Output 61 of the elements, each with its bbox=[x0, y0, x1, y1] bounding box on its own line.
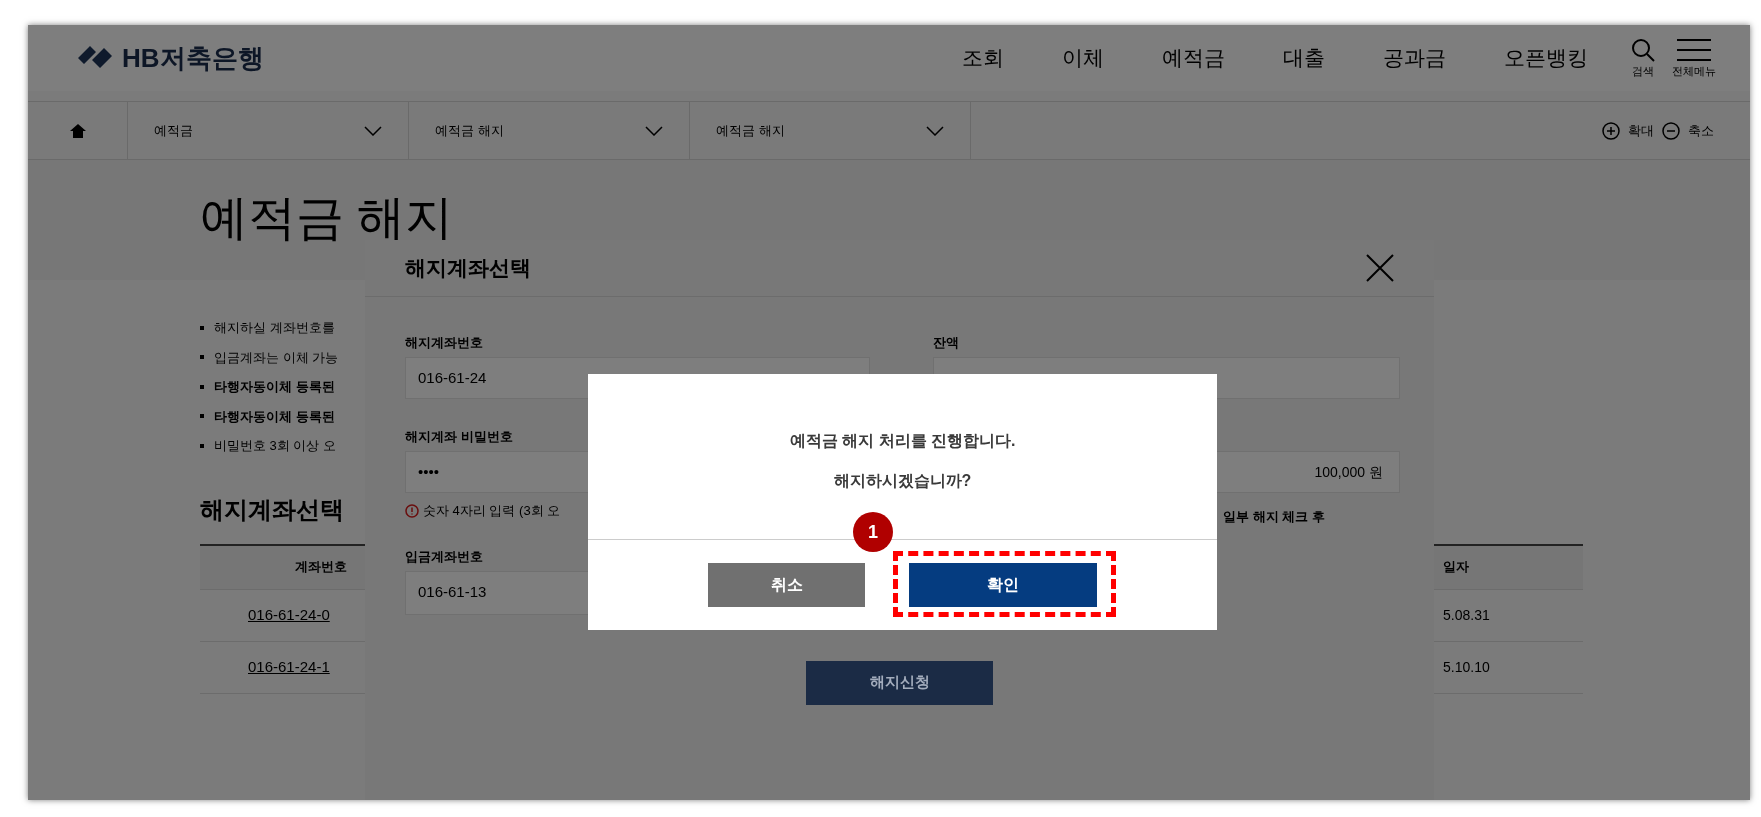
bullet-icon bbox=[200, 325, 204, 330]
note-text: 비밀번호 3회 이상 오 bbox=[214, 437, 337, 455]
breadcrumb-select[interactable]: 예적금 bbox=[128, 102, 409, 159]
note-text: 해지하실 계좌번호를 bbox=[214, 319, 335, 337]
breadcrumb-select[interactable]: 예적금 해지 bbox=[690, 102, 971, 159]
bank-logo-text[interactable]: HB저축은행 bbox=[122, 38, 264, 78]
bullet-icon bbox=[200, 414, 204, 419]
chevron-down-icon bbox=[926, 125, 944, 136]
note-text: 타행자동이체 등록된 bbox=[214, 407, 335, 426]
cancel-button[interactable]: 취소 bbox=[708, 563, 865, 607]
confirm-button[interactable]: 확인 bbox=[909, 563, 1097, 607]
bullet-icon bbox=[200, 355, 204, 360]
breadcrumb-label: 예적금 해지 bbox=[435, 121, 504, 140]
zoom-in-label[interactable]: 확대 bbox=[1628, 120, 1654, 141]
column-header: 계좌번호 bbox=[295, 558, 347, 577]
menu-icon[interactable] bbox=[1677, 36, 1711, 63]
info-icon bbox=[405, 503, 419, 518]
password-hint: 숫자 4자리 입력 (3회 오 bbox=[423, 502, 561, 520]
alert-message: 예적금 해지 처리를 진행합니다. bbox=[789, 430, 1016, 451]
nav-item[interactable]: 조회 bbox=[962, 42, 1004, 74]
nav-item[interactable]: 공과금 bbox=[1383, 42, 1446, 74]
account-link[interactable]: 016-61-24-0 bbox=[248, 603, 330, 627]
panel-title: 해지계좌선택 bbox=[405, 255, 531, 282]
zoom-out-label[interactable]: 축소 bbox=[1688, 120, 1714, 141]
home-icon[interactable] bbox=[69, 123, 86, 138]
alert-message: 해지하시겠습니까? bbox=[833, 470, 972, 491]
field-label: 해지계좌 비밀번호 bbox=[405, 428, 513, 446]
nav-item[interactable]: 예적금 bbox=[1162, 42, 1225, 74]
field-label: 입금계좌번호 bbox=[405, 547, 483, 566]
field-label: 잔액 bbox=[933, 334, 959, 352]
breadcrumb-select[interactable]: 예적금 해지 bbox=[409, 102, 690, 159]
deposit-account-field[interactable]: 016-61-13 bbox=[418, 581, 487, 604]
bullet-icon bbox=[200, 443, 204, 448]
section-title: 해지계좌선택 bbox=[200, 494, 344, 525]
account-link[interactable]: 016-61-24-1 bbox=[248, 655, 330, 679]
nav-item[interactable]: 대출 bbox=[1283, 42, 1325, 74]
nav-item[interactable]: 오픈뱅킹 bbox=[1504, 42, 1588, 74]
breadcrumb-label: 예적금 해지 bbox=[716, 121, 785, 140]
chevron-down-icon bbox=[364, 125, 382, 136]
table-cell-text: 5.10.10 bbox=[1443, 657, 1491, 677]
password-field[interactable]: •••• bbox=[418, 460, 439, 484]
search-label: 검색 bbox=[1632, 63, 1654, 79]
minus-circle-icon[interactable] bbox=[1662, 121, 1680, 140]
amount-field[interactable]: 100,000 원 bbox=[1314, 461, 1383, 483]
bullet-icon bbox=[200, 384, 204, 389]
submit-button[interactable]: 해지신청 bbox=[806, 660, 993, 705]
column-header: 일자 bbox=[1443, 558, 1470, 577]
chevron-down-icon bbox=[645, 125, 663, 136]
close-icon[interactable] bbox=[1366, 254, 1394, 282]
note-text: 타행자동이체 등록된 bbox=[214, 378, 335, 396]
account-field[interactable]: 016-61-24 bbox=[418, 366, 487, 390]
side-note: 일부 해지 체크 후 bbox=[1223, 508, 1325, 526]
nav-item[interactable]: 이체 bbox=[1062, 42, 1104, 74]
field-label: 해지계좌번호 bbox=[405, 334, 483, 352]
breadcrumb-label: 예적금 bbox=[154, 121, 193, 140]
page-title: 예적금 해지 bbox=[200, 190, 454, 246]
plus-circle-icon[interactable] bbox=[1602, 121, 1620, 140]
table-cell-text: 5.08.31 bbox=[1443, 605, 1491, 625]
note-text: 입금계좌는 이체 가능 bbox=[214, 348, 339, 367]
search-icon[interactable] bbox=[1630, 36, 1656, 63]
menu-label: 전체메뉴 bbox=[1672, 63, 1716, 79]
